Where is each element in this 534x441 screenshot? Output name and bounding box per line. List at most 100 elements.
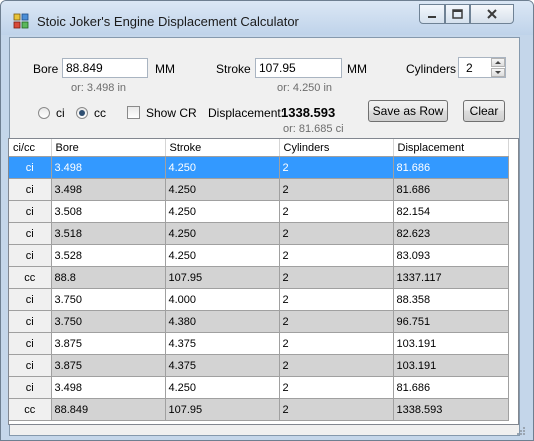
- stroke-input[interactable]: [255, 58, 342, 78]
- cc-radio[interactable]: [76, 107, 88, 119]
- bore-input[interactable]: [62, 58, 148, 78]
- table-cell[interactable]: 3.750: [51, 310, 166, 333]
- table-cell[interactable]: 3.875: [51, 354, 166, 377]
- table-cell[interactable]: 2: [279, 244, 394, 267]
- table-cell[interactable]: 83.093: [393, 244, 509, 267]
- table-cell[interactable]: 103.191: [393, 332, 509, 355]
- table-cell[interactable]: ci: [9, 376, 52, 399]
- table-cell[interactable]: ci: [9, 156, 52, 179]
- table-cell[interactable]: 82.154: [393, 200, 509, 223]
- bore-unit: MM: [155, 62, 175, 76]
- table-cell[interactable]: 88.849: [51, 398, 166, 421]
- column-header-bore[interactable]: Bore: [51, 139, 166, 157]
- column-header-mode[interactable]: ci/cc: [9, 139, 52, 157]
- table-cell[interactable]: 4.380: [165, 310, 280, 333]
- table-cell[interactable]: 4.250: [165, 376, 280, 399]
- table-cell[interactable]: 3.750: [51, 288, 166, 311]
- table-cell[interactable]: 2: [279, 156, 394, 179]
- table-cell[interactable]: 88.358: [393, 288, 509, 311]
- table-cell[interactable]: 2: [279, 398, 394, 421]
- show-cr-checkbox[interactable]: [127, 106, 140, 119]
- table-row[interactable]: ci 3.875 4.375 2 103.191: [9, 332, 509, 355]
- table-row[interactable]: ci 3.750 4.380 2 96.751: [9, 310, 509, 333]
- table-cell[interactable]: 3.528: [51, 244, 166, 267]
- table-cell[interactable]: 2: [279, 354, 394, 377]
- table-cell[interactable]: 2: [279, 200, 394, 223]
- table-cell[interactable]: 2: [279, 288, 394, 311]
- table-cell[interactable]: ci: [9, 222, 52, 245]
- table-cell[interactable]: ci: [9, 200, 52, 223]
- title-bar[interactable]: Stoic Joker's Engine Displacement Calcul…: [1, 1, 533, 35]
- maximize-button[interactable]: [445, 4, 470, 24]
- stepper-down-button[interactable]: [491, 68, 505, 77]
- table-cell[interactable]: 4.250: [165, 200, 280, 223]
- results-grid[interactable]: ci/cc Bore Stroke Cylinders Displacement…: [8, 138, 519, 425]
- table-cell[interactable]: 2: [279, 376, 394, 399]
- window-title: Stoic Joker's Engine Displacement Calcul…: [37, 14, 299, 29]
- table-cell[interactable]: 4.250: [165, 244, 280, 267]
- table-cell[interactable]: 2: [279, 222, 394, 245]
- table-cell[interactable]: ci: [9, 178, 52, 201]
- table-cell[interactable]: 81.686: [393, 178, 509, 201]
- table-row[interactable]: ci 3.518 4.250 2 82.623: [9, 222, 509, 245]
- table-row[interactable]: cc 88.849 107.95 2 1338.593: [9, 398, 509, 421]
- cylinders-label: Cylinders: [406, 62, 457, 76]
- table-row[interactable]: ci 3.528 4.250 2 83.093: [9, 244, 509, 267]
- stroke-label: Stroke: [216, 62, 251, 76]
- table-row[interactable]: ci 3.750 4.000 2 88.358: [9, 288, 509, 311]
- table-cell[interactable]: 3.498: [51, 178, 166, 201]
- table-cell[interactable]: 2: [279, 332, 394, 355]
- table-row[interactable]: ci 3.498 4.250 2 81.686: [9, 156, 509, 179]
- table-cell[interactable]: 81.686: [393, 156, 509, 179]
- table-cell[interactable]: 107.95: [165, 266, 280, 289]
- table-cell[interactable]: 4.250: [165, 222, 280, 245]
- table-cell[interactable]: 1337.117: [393, 266, 509, 289]
- table-row[interactable]: cc 88.8 107.95 2 1337.117: [9, 266, 509, 289]
- resize-grip-icon[interactable]: [516, 426, 526, 436]
- table-cell[interactable]: ci: [9, 288, 52, 311]
- cylinders-stepper[interactable]: 2: [458, 57, 506, 78]
- table-cell[interactable]: 88.8: [51, 266, 166, 289]
- minimize-button[interactable]: [419, 4, 445, 24]
- column-header-stroke[interactable]: Stroke: [165, 139, 280, 157]
- clear-button[interactable]: Clear: [463, 100, 505, 122]
- table-cell[interactable]: 4.375: [165, 332, 280, 355]
- table-cell[interactable]: ci: [9, 332, 52, 355]
- table-cell[interactable]: ci: [9, 354, 52, 377]
- table-cell[interactable]: 2: [279, 310, 394, 333]
- stroke-inches: or: 4.250 in: [277, 82, 333, 94]
- table-cell[interactable]: 3.508: [51, 200, 166, 223]
- table-cell[interactable]: 1338.593: [393, 398, 509, 421]
- table-cell[interactable]: 103.191: [393, 354, 509, 377]
- table-cell[interactable]: 3.498: [51, 156, 166, 179]
- maximize-icon: [452, 9, 463, 19]
- table-cell[interactable]: cc: [9, 398, 52, 421]
- cc-radio-label: cc: [94, 106, 106, 120]
- table-cell[interactable]: 4.250: [165, 156, 280, 179]
- close-button[interactable]: [470, 4, 514, 24]
- table-row[interactable]: ci 3.498 4.250 2 81.686: [9, 178, 509, 201]
- table-cell[interactable]: 82.623: [393, 222, 509, 245]
- table-row[interactable]: ci 3.508 4.250 2 82.154: [9, 200, 509, 223]
- table-cell[interactable]: 2: [279, 266, 394, 289]
- table-row[interactable]: ci 3.498 4.250 2 81.686: [9, 376, 509, 399]
- column-header-cylinders[interactable]: Cylinders: [279, 139, 394, 157]
- table-cell[interactable]: 3.875: [51, 332, 166, 355]
- table-cell[interactable]: 4.250: [165, 178, 280, 201]
- save-as-row-button[interactable]: Save as Row: [368, 100, 448, 122]
- table-cell[interactable]: 81.686: [393, 376, 509, 399]
- table-cell[interactable]: cc: [9, 266, 52, 289]
- table-cell[interactable]: ci: [9, 310, 52, 333]
- table-row[interactable]: ci 3.875 4.375 2 103.191: [9, 354, 509, 377]
- column-header-displacement[interactable]: Displacement: [393, 139, 509, 157]
- ci-radio[interactable]: [38, 107, 50, 119]
- table-cell[interactable]: 4.000: [165, 288, 280, 311]
- table-cell[interactable]: 2: [279, 178, 394, 201]
- table-cell[interactable]: 3.498: [51, 376, 166, 399]
- table-cell[interactable]: ci: [9, 244, 52, 267]
- table-cell[interactable]: 107.95: [165, 398, 280, 421]
- stepper-up-button[interactable]: [491, 58, 505, 67]
- table-cell[interactable]: 4.375: [165, 354, 280, 377]
- table-cell[interactable]: 96.751: [393, 310, 509, 333]
- table-cell[interactable]: 3.518: [51, 222, 166, 245]
